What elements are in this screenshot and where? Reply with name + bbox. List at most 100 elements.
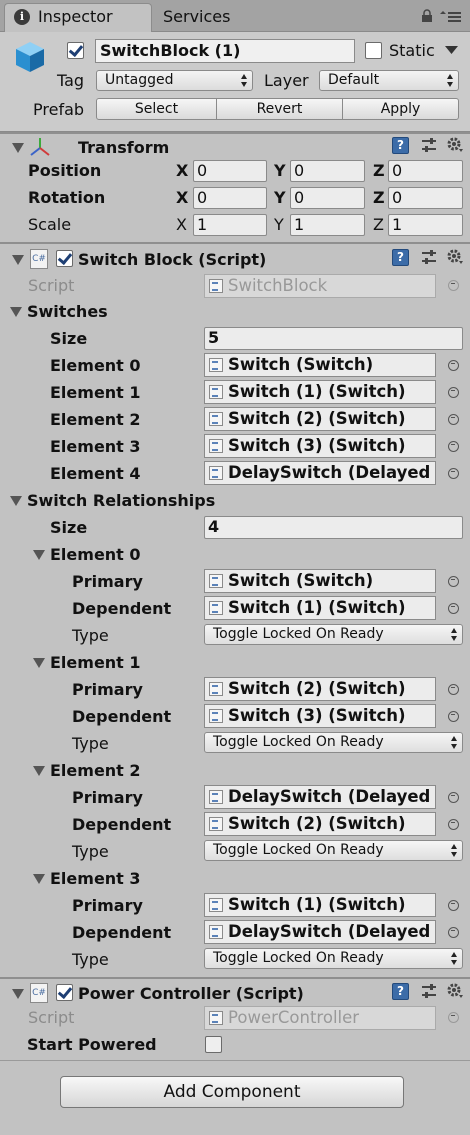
preset-sliders-icon[interactable]: [421, 983, 437, 999]
tab-services[interactable]: Services: [163, 7, 230, 26]
object-picker-icon[interactable]: [448, 792, 459, 803]
gear-icon[interactable]: [446, 248, 464, 266]
axis-z-label[interactable]: Z: [373, 215, 384, 234]
rotation-y-field[interactable]: 0: [290, 187, 365, 209]
switches-foldout-icon[interactable]: [10, 307, 22, 317]
primary-field[interactable]: Switch (1) (Switch): [204, 893, 436, 917]
static-toggle[interactable]: [365, 42, 382, 59]
object-picker-icon[interactable]: [448, 1012, 459, 1023]
switch-element-field[interactable]: Switch (3) (Switch): [204, 434, 436, 458]
relationship-foldout-icon[interactable]: [33, 658, 45, 668]
axis-y-label[interactable]: Y: [274, 215, 284, 234]
axis-x-label[interactable]: X: [176, 188, 188, 207]
primary-field[interactable]: DelaySwitch (Delayed: [204, 785, 436, 809]
powercontroller-foldout-icon[interactable]: [12, 989, 24, 999]
layer-dropdown[interactable]: Default: [319, 70, 459, 91]
help-icon[interactable]: ?: [392, 983, 409, 1000]
relationship-element-label[interactable]: Element 3: [50, 869, 141, 888]
object-picker-icon[interactable]: [448, 387, 459, 398]
relationships-foldout-icon[interactable]: [10, 496, 22, 506]
axis-z-label[interactable]: Z: [373, 188, 385, 207]
gear-icon[interactable]: [446, 136, 464, 154]
primary-field[interactable]: Switch (Switch): [204, 569, 436, 593]
object-icon: [209, 466, 223, 480]
static-dropdown-icon[interactable]: [445, 46, 458, 54]
switchblock-title[interactable]: Switch Block (Script): [78, 250, 266, 269]
script-field[interactable]: PowerController: [204, 1006, 436, 1030]
object-picker-icon[interactable]: [448, 360, 459, 371]
object-name-field[interactable]: SwitchBlock (1): [95, 39, 355, 63]
object-picker-icon[interactable]: [448, 684, 459, 695]
prefab-label: Prefab: [33, 100, 85, 119]
position-z-field[interactable]: 0: [388, 160, 463, 182]
powercontroller-title[interactable]: Power Controller (Script): [78, 984, 304, 1003]
scale-x-field[interactable]: 1: [193, 214, 267, 236]
dependent-field[interactable]: DelaySwitch (Delayed: [204, 920, 436, 944]
prefab-apply-button[interactable]: Apply: [342, 98, 459, 120]
lock-icon[interactable]: [421, 9, 433, 23]
gear-icon[interactable]: [446, 982, 464, 1000]
prefab-select-button[interactable]: Select: [96, 98, 217, 120]
switch-element-field[interactable]: Switch (2) (Switch): [204, 407, 436, 431]
relationship-element-label[interactable]: Element 1: [50, 653, 141, 672]
primary-field[interactable]: Switch (2) (Switch): [204, 677, 436, 701]
axis-x-label[interactable]: X: [176, 215, 187, 234]
rotation-z-field[interactable]: 0: [388, 187, 463, 209]
type-dropdown[interactable]: Toggle Locked On Ready: [204, 840, 463, 861]
primary-label: Primary: [72, 572, 143, 591]
object-picker-icon[interactable]: [448, 711, 459, 722]
tag-dropdown[interactable]: Untagged: [96, 70, 253, 91]
type-dropdown[interactable]: Toggle Locked On Ready: [204, 732, 463, 753]
transform-foldout-icon[interactable]: [12, 143, 24, 153]
switches-label[interactable]: Switches: [27, 302, 108, 321]
relationships-label[interactable]: Switch Relationships: [27, 491, 215, 510]
axis-z-label[interactable]: Z: [373, 161, 385, 180]
active-toggle[interactable]: [67, 42, 84, 59]
object-picker-icon[interactable]: [448, 603, 459, 614]
position-x-field[interactable]: 0: [193, 160, 267, 182]
dependent-field[interactable]: Switch (2) (Switch): [204, 812, 436, 836]
help-icon[interactable]: ?: [392, 249, 409, 266]
switches-size-field[interactable]: 5: [204, 327, 463, 350]
object-picker-icon[interactable]: [448, 927, 459, 938]
rotation-x-field[interactable]: 0: [193, 187, 267, 209]
switchblock-enabled-toggle[interactable]: [56, 250, 73, 267]
add-component-button[interactable]: Add Component: [60, 1076, 404, 1108]
script-field[interactable]: SwitchBlock: [204, 274, 436, 298]
switch-element-field[interactable]: Switch (Switch): [204, 353, 436, 377]
axis-y-label[interactable]: Y: [274, 188, 286, 207]
axis-x-label[interactable]: X: [176, 161, 188, 180]
switchblock-foldout-icon[interactable]: [12, 255, 24, 265]
object-picker-icon[interactable]: [448, 819, 459, 830]
object-picker-icon[interactable]: [448, 280, 459, 291]
relationship-foldout-icon[interactable]: [33, 874, 45, 884]
transform-title[interactable]: Transform: [78, 138, 169, 157]
tab-menu-icon[interactable]: [440, 10, 462, 22]
relationship-foldout-icon[interactable]: [33, 550, 45, 560]
prefab-revert-button[interactable]: Revert: [216, 98, 343, 120]
preset-sliders-icon[interactable]: [421, 249, 437, 265]
object-picker-icon[interactable]: [448, 900, 459, 911]
start-powered-toggle[interactable]: [205, 1036, 222, 1053]
axis-y-label[interactable]: Y: [274, 161, 286, 180]
preset-sliders-icon[interactable]: [421, 137, 437, 153]
dependent-field[interactable]: Switch (3) (Switch): [204, 704, 436, 728]
scale-z-field[interactable]: 1: [388, 214, 463, 236]
object-picker-icon[interactable]: [448, 468, 459, 479]
object-picker-icon[interactable]: [448, 576, 459, 587]
scale-y-field[interactable]: 1: [290, 214, 365, 236]
object-picker-icon[interactable]: [448, 441, 459, 452]
type-dropdown[interactable]: Toggle Locked On Ready: [204, 624, 463, 645]
relationship-element-label[interactable]: Element 0: [50, 545, 141, 564]
help-icon[interactable]: ?: [392, 137, 409, 154]
object-picker-icon[interactable]: [448, 414, 459, 425]
dependent-field[interactable]: Switch (1) (Switch): [204, 596, 436, 620]
position-y-field[interactable]: 0: [290, 160, 365, 182]
relationships-size-field[interactable]: 4: [204, 516, 463, 539]
relationship-foldout-icon[interactable]: [33, 766, 45, 776]
relationship-element-label[interactable]: Element 2: [50, 761, 141, 780]
switch-element-field[interactable]: Switch (1) (Switch): [204, 380, 436, 404]
switch-element-field[interactable]: DelaySwitch (Delayed: [204, 461, 436, 485]
type-dropdown[interactable]: Toggle Locked On Ready: [204, 948, 463, 969]
powercontroller-enabled-toggle[interactable]: [56, 984, 73, 1001]
